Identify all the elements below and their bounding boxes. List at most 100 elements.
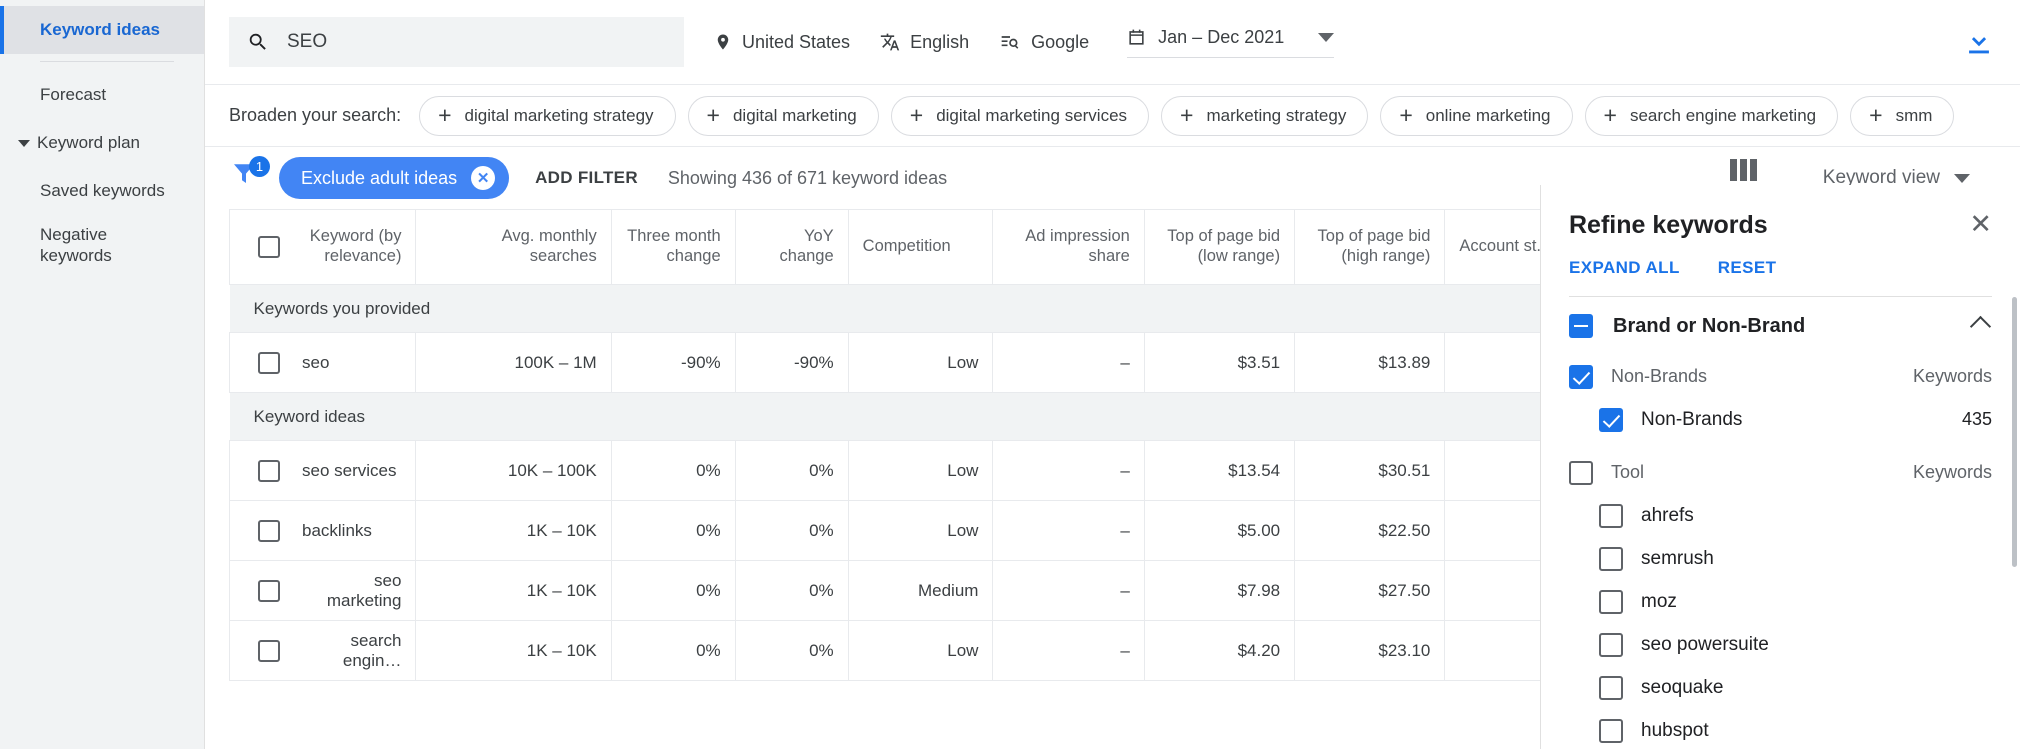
- download-button[interactable]: [1962, 25, 1996, 59]
- row-checkbox[interactable]: [258, 580, 280, 602]
- cell-bid-low: $3.51: [1144, 333, 1294, 393]
- sidebar-item-forecast[interactable]: Forecast: [0, 71, 204, 119]
- active-filter-chip[interactable]: Exclude adult ideas ✕: [279, 157, 509, 199]
- select-all-checkbox[interactable]: [258, 236, 280, 258]
- row-checkbox[interactable]: [258, 520, 280, 542]
- unchecked-checkbox[interactable]: [1599, 676, 1623, 700]
- reset-button[interactable]: RESET: [1718, 258, 1777, 278]
- broaden-chip[interactable]: + digital marketing strategy: [419, 96, 675, 136]
- sidebar-group-keyword-plan[interactable]: Keyword plan: [0, 119, 204, 167]
- broaden-chip-label: search engine marketing: [1630, 106, 1816, 126]
- cell-ad-impression-share: –: [993, 561, 1144, 621]
- refine-item-hubspot[interactable]: hubspot: [1569, 709, 1992, 749]
- active-filter-label: Exclude adult ideas: [301, 168, 457, 189]
- keyword-label: backlinks: [302, 521, 372, 541]
- search-input[interactable]: SEO: [229, 17, 684, 67]
- broaden-chip[interactable]: + search engine marketing: [1585, 96, 1839, 136]
- refine-item-seoquake[interactable]: seoquake: [1569, 666, 1992, 709]
- results-count-label: Showing 436 of 671 keyword ideas: [668, 168, 947, 189]
- unchecked-checkbox[interactable]: [1599, 547, 1623, 571]
- unchecked-checkbox[interactable]: [1599, 590, 1623, 614]
- cell-bid-low: $7.98: [1144, 561, 1294, 621]
- broaden-chip[interactable]: + marketing strategy: [1161, 96, 1368, 136]
- refine-category-non-brands[interactable]: Non-Brands Keywords: [1569, 355, 1992, 398]
- date-range-label: Jan – Dec 2021: [1158, 27, 1284, 48]
- unchecked-checkbox[interactable]: [1599, 719, 1623, 743]
- broaden-chip[interactable]: + digital marketing services: [891, 96, 1149, 136]
- refine-item-ahrefs[interactable]: ahrefs: [1569, 494, 1992, 537]
- refine-group-brand-or-non-brand[interactable]: Brand or Non-Brand: [1569, 297, 1992, 355]
- sidebar-item-saved-keywords[interactable]: Saved keywords: [0, 167, 204, 215]
- column-header-ad-impression-share[interactable]: Ad impression share: [993, 210, 1144, 285]
- refine-category-tool[interactable]: Tool Keywords: [1569, 451, 1992, 494]
- cell-bid-high: $22.50: [1295, 501, 1445, 561]
- cell-three-month-change: 0%: [611, 561, 735, 621]
- cell-ad-impression-share: –: [993, 621, 1144, 681]
- sidebar-item-label: Keyword ideas: [40, 20, 160, 40]
- language-selector[interactable]: English: [880, 32, 969, 53]
- column-header-competition[interactable]: Competition: [848, 210, 993, 285]
- column-header-top-of-page-bid-low[interactable]: Top of page bid (low range): [1144, 210, 1294, 285]
- table-section-header: Keywords you provided: [230, 285, 1599, 333]
- cell-bid-high: $30.51: [1295, 441, 1445, 501]
- table-section-header: Keyword ideas: [230, 393, 1599, 441]
- date-range-selector[interactable]: Jan – Dec 2021: [1127, 27, 1334, 58]
- broaden-chip[interactable]: + smm: [1850, 96, 1954, 136]
- sidebar-item-negative-keywords[interactable]: Negative keywords: [0, 215, 204, 277]
- cell-ad-impression-share: –: [993, 501, 1144, 561]
- expand-all-button[interactable]: EXPAND ALL: [1569, 258, 1680, 278]
- cell-yoy-change: -90%: [735, 333, 848, 393]
- table-row[interactable]: seo services 10K – 100K 0% 0% Low – $13.…: [230, 441, 1599, 501]
- close-icon[interactable]: ✕: [1969, 211, 1992, 238]
- broaden-chip-label: online marketing: [1426, 106, 1551, 126]
- unchecked-checkbox[interactable]: [1599, 633, 1623, 657]
- column-header-yoy-change[interactable]: YoY change: [735, 210, 848, 285]
- cell-avg-monthly-searches: 1K – 10K: [416, 621, 611, 681]
- refine-keywords-panel: Refine keywords ✕ EXPAND ALL RESET Brand…: [1540, 185, 2020, 749]
- chevron-down-icon: [1954, 174, 1970, 183]
- network-selector[interactable]: Google: [999, 32, 1089, 53]
- calendar-icon: [1127, 28, 1146, 47]
- columns-icon: [1730, 159, 1757, 181]
- refine-scrollbar[interactable]: [2012, 297, 2017, 567]
- refine-count-header: Keywords: [1913, 462, 1992, 483]
- refine-item-label: semrush: [1641, 548, 1992, 570]
- sidebar-item-label: Forecast: [40, 85, 106, 105]
- cell-competition: Low: [848, 333, 993, 393]
- unchecked-checkbox[interactable]: [1599, 504, 1623, 528]
- checked-checkbox[interactable]: [1569, 365, 1593, 389]
- unchecked-checkbox[interactable]: [1569, 461, 1593, 485]
- plus-icon: +: [1399, 104, 1412, 127]
- row-checkbox[interactable]: [258, 352, 280, 374]
- checked-checkbox[interactable]: [1599, 408, 1623, 432]
- broaden-chip[interactable]: + digital marketing: [688, 96, 879, 136]
- refine-item-seo-powersuite[interactable]: seo powersuite: [1569, 623, 1992, 666]
- filter-funnel-button[interactable]: 1: [229, 158, 273, 198]
- refine-item-non-brands[interactable]: Non-Brands 435: [1569, 398, 1992, 441]
- column-header-avg-monthly-searches[interactable]: Avg. monthly searches: [416, 210, 611, 285]
- close-icon[interactable]: ✕: [471, 166, 495, 190]
- column-header-three-month-change[interactable]: Three month change: [611, 210, 735, 285]
- section-title: Keyword ideas: [230, 393, 1599, 441]
- table-row[interactable]: backlinks 1K – 10K 0% 0% Low – $5.00 $22…: [230, 501, 1599, 561]
- broaden-chip[interactable]: + online marketing: [1380, 96, 1572, 136]
- sidebar-item-keyword-ideas[interactable]: Keyword ideas: [0, 6, 204, 54]
- indeterminate-checkbox[interactable]: [1569, 314, 1593, 338]
- refine-item-label: seo powersuite: [1641, 634, 1992, 656]
- location-selector[interactable]: United States: [714, 32, 850, 53]
- main-content: SEO United States English: [205, 0, 2020, 749]
- broaden-chip-label: smm: [1896, 106, 1933, 126]
- column-header-keyword[interactable]: Keyword (by relevance): [230, 210, 416, 285]
- column-header-top-of-page-bid-high[interactable]: Top of page bid (high range): [1295, 210, 1445, 285]
- table-row[interactable]: search engin… 1K – 10K 0% 0% Low – $4.20…: [230, 621, 1599, 681]
- refine-item-semrush[interactable]: semrush: [1569, 537, 1992, 580]
- table-row[interactable]: seo 100K – 1M -90% -90% Low – $3.51 $13.…: [230, 333, 1599, 393]
- plus-icon: +: [910, 104, 923, 127]
- row-checkbox[interactable]: [258, 640, 280, 662]
- refine-item-moz[interactable]: moz: [1569, 580, 1992, 623]
- table-row[interactable]: seo marketing 1K – 10K 0% 0% Medium – $7…: [230, 561, 1599, 621]
- plus-icon: +: [1604, 104, 1617, 127]
- add-filter-button[interactable]: ADD FILTER: [535, 168, 638, 188]
- row-checkbox[interactable]: [258, 460, 280, 482]
- column-header-label: Keyword (by relevance): [302, 227, 401, 267]
